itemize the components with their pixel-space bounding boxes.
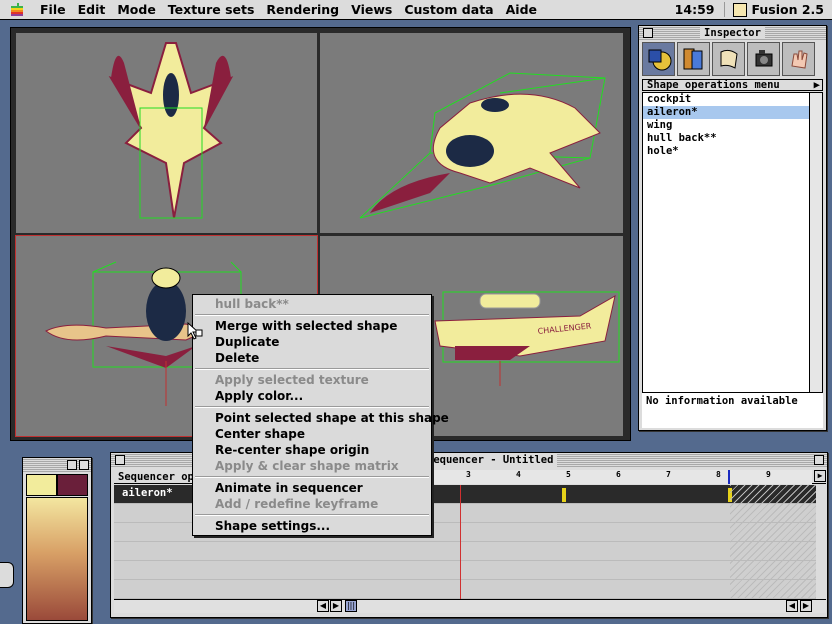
- textures-tool-icon[interactable]: [677, 42, 710, 76]
- menu-item-recenter-origin[interactable]: Re-center shape origin: [215, 442, 369, 458]
- collapse-box-icon[interactable]: [814, 455, 824, 465]
- mouse-cursor-icon: [187, 321, 203, 343]
- color-swatch-light[interactable]: [26, 474, 57, 496]
- shape-operations-label: Shape operations menu: [647, 79, 780, 91]
- viewport-top[interactable]: [16, 33, 317, 233]
- ship-perspective-view: [359, 72, 606, 219]
- menu-rendering[interactable]: Rendering: [260, 2, 345, 17]
- menu-item-apply-texture[interactable]: Apply selected texture: [215, 372, 369, 388]
- camera-tool-icon[interactable]: [747, 42, 780, 76]
- tick-label: 8: [716, 470, 721, 479]
- list-scrollbar[interactable]: [809, 93, 822, 393]
- track-row[interactable]: [114, 580, 816, 599]
- tick-label: 9: [766, 470, 771, 479]
- scroll-left-icon[interactable]: ◀: [786, 600, 798, 612]
- tick-label: 6: [616, 470, 621, 479]
- menu-separator: [195, 314, 429, 316]
- menu-separator: [195, 476, 429, 478]
- texture-swatch-window: [22, 457, 92, 624]
- ship-top-view: [108, 42, 234, 219]
- menu-item-clear-matrix[interactable]: Apply & clear shape matrix: [215, 458, 399, 474]
- menu-item-shape-settings[interactable]: Shape settings...: [215, 518, 330, 534]
- shape-list-item[interactable]: wing: [643, 119, 822, 132]
- close-box-icon[interactable]: [643, 28, 653, 38]
- scroll-thumb[interactable]: |||: [345, 600, 357, 612]
- shape-list-item[interactable]: hole*: [643, 145, 822, 158]
- sequencer-label-header: Sequencer op: [118, 471, 194, 483]
- menu-item-delete[interactable]: Delete: [215, 350, 259, 366]
- playhead-marker[interactable]: [728, 470, 730, 484]
- shape-list-item[interactable]: hull back**: [643, 132, 822, 145]
- sequencer-scrollbar[interactable]: ◀ ▶ ||| ◀ ▶: [114, 599, 826, 613]
- menu-item-keyframe[interactable]: Add / redefine keyframe: [215, 496, 378, 512]
- keyframe-marker[interactable]: [562, 488, 566, 502]
- zoom-box-icon[interactable]: [67, 460, 77, 470]
- scroll-right-icon[interactable]: ▶: [330, 600, 342, 612]
- menu-clock[interactable]: 14:59: [665, 2, 726, 17]
- menu-item-animate[interactable]: Animate in sequencer: [215, 480, 363, 496]
- menu-separator: [195, 514, 429, 516]
- menu-bar: File Edit Mode Texture sets Rendering Vi…: [0, 0, 832, 20]
- menu-item-center-shape[interactable]: Center shape: [215, 426, 305, 442]
- menu-item-merge[interactable]: Merge with selected shape: [215, 318, 397, 334]
- inspector-toolbar: [642, 42, 815, 76]
- texture-preview[interactable]: [26, 497, 88, 621]
- timeline-cursor[interactable]: [460, 485, 461, 599]
- swatch-titlebar[interactable]: [23, 458, 91, 472]
- menu-custom-data[interactable]: Custom data: [398, 2, 499, 17]
- apple-menu-icon[interactable]: [10, 2, 24, 17]
- shape-list-item-selected[interactable]: aileron*: [643, 106, 822, 119]
- tick-label: 4: [516, 470, 521, 479]
- inspector-titlebar[interactable]: Inspector: [639, 26, 826, 40]
- info-panel: No information available: [642, 392, 823, 428]
- scroll-right-icon[interactable]: ▶: [800, 600, 812, 612]
- menu-separator: [195, 406, 429, 408]
- hand-tool-icon[interactable]: [782, 42, 815, 76]
- app-name: Fusion 2.5: [751, 2, 824, 17]
- inspector-title: Inspector: [700, 27, 765, 39]
- context-menu-header: hull back**: [215, 297, 289, 311]
- menu-item-point-at[interactable]: Point selected shape at this shape: [215, 410, 449, 426]
- menu-arrow-icon: ▶: [813, 79, 820, 91]
- track-row[interactable]: [114, 561, 816, 580]
- track-name: aileron*: [122, 487, 173, 499]
- app-icon: [733, 2, 748, 17]
- sequencer-title: Sequencer - Untitled: [423, 453, 558, 467]
- menu-item-apply-color[interactable]: Apply color...: [215, 388, 303, 404]
- out-of-range-area: [730, 485, 816, 599]
- color-swatch-dark[interactable]: [57, 474, 88, 496]
- menu-aide[interactable]: Aide: [500, 2, 543, 17]
- shape-list-item[interactable]: cockpit: [643, 93, 822, 106]
- menu-mode[interactable]: Mode: [111, 2, 161, 17]
- menu-texture-sets[interactable]: Texture sets: [162, 2, 261, 17]
- scroll-tool-icon[interactable]: [712, 42, 745, 76]
- shape-context-menu: hull back** Merge with selected shape Du…: [192, 294, 449, 536]
- shapes-tool-icon[interactable]: [642, 42, 675, 76]
- tick-label: 5: [566, 470, 571, 479]
- viewport-perspective[interactable]: [320, 33, 623, 233]
- tick-label: 7: [666, 470, 671, 479]
- shape-list[interactable]: cockpit aileron* wing hull back** hole*: [642, 92, 823, 418]
- menu-file[interactable]: File: [34, 2, 72, 17]
- menu-item-duplicate[interactable]: Duplicate: [215, 334, 279, 350]
- timeline-ruler[interactable]: 3 4 5 6 7 8 9: [432, 470, 812, 484]
- track-row[interactable]: [114, 542, 816, 561]
- menu-edit[interactable]: Edit: [72, 2, 112, 17]
- inspector-window: Inspector Shape operations menu ▶ cockpi…: [638, 25, 827, 431]
- tick-label: 3: [466, 470, 471, 479]
- scroll-left-icon[interactable]: ◀: [317, 600, 329, 612]
- shape-operations-menu[interactable]: Shape operations menu ▶: [642, 79, 823, 91]
- application-menu[interactable]: Fusion 2.5: [725, 2, 832, 17]
- drawer-tab-icon[interactable]: [0, 562, 14, 588]
- menu-separator: [195, 368, 429, 370]
- collapse-box-icon[interactable]: [79, 460, 89, 470]
- close-box-icon[interactable]: [115, 455, 125, 465]
- menu-views[interactable]: Views: [345, 2, 398, 17]
- scroll-right-icon[interactable]: ▶: [814, 470, 826, 482]
